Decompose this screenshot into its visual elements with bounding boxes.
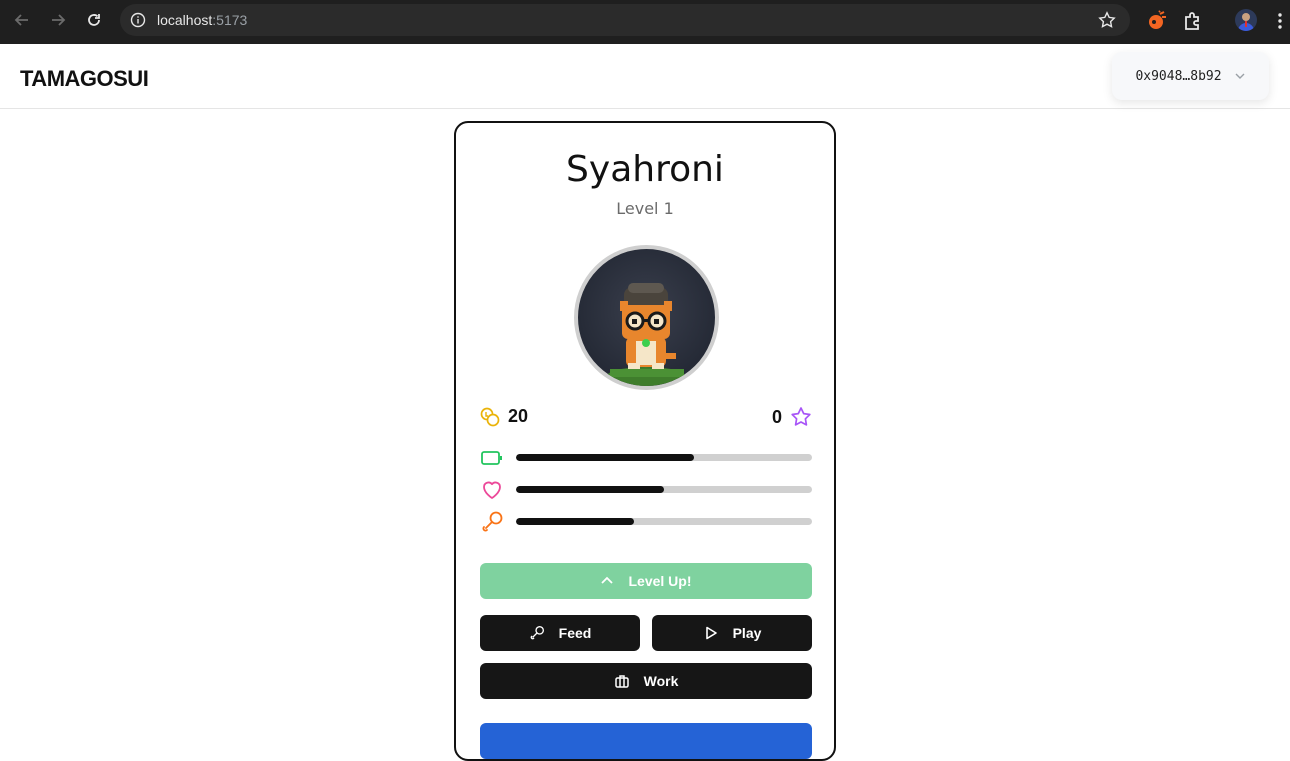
- pet-level: Level 1: [616, 199, 674, 218]
- forward-arrow-icon: [52, 14, 66, 26]
- bookmark-star-icon[interactable]: [1098, 11, 1116, 29]
- drumstick-icon: [482, 511, 503, 532]
- happiness-bar-fill: [516, 486, 664, 493]
- level-up-button[interactable]: Level Up!: [480, 563, 812, 599]
- coins-icon: [480, 407, 500, 426]
- coin-balance: 20: [480, 406, 528, 427]
- feed-button[interactable]: Feed: [480, 615, 640, 651]
- extensions-puzzle-icon[interactable]: [1182, 10, 1204, 32]
- experience-balance: 0: [772, 406, 812, 428]
- energy-stat: [480, 446, 812, 470]
- drumstick-icon: [530, 626, 544, 640]
- happiness-stat: [480, 478, 812, 502]
- wallet-address: 0x9048…8b92: [1135, 68, 1222, 84]
- happiness-bar-track: [516, 486, 812, 493]
- browser-menu-icon[interactable]: [1272, 10, 1288, 32]
- briefcase-icon: [614, 675, 629, 688]
- experience-count: 0: [771, 406, 782, 427]
- play-label: Play: [732, 625, 762, 641]
- reload-button[interactable]: [80, 8, 108, 32]
- battery-icon: [481, 451, 502, 465]
- url-text: localhost:5173: [157, 12, 248, 28]
- chevron-up-icon: [601, 576, 614, 584]
- pet-portrait: [574, 245, 719, 390]
- brand-logo[interactable]: TAMAGOSUI: [20, 66, 149, 92]
- work-button[interactable]: Work: [480, 663, 812, 699]
- address-bar[interactable]: localhost:5173: [120, 4, 1130, 36]
- app-header: TAMAGOSUI 0x9048…8b92: [0, 44, 1290, 109]
- work-label: Work: [643, 673, 679, 689]
- chevron-down-icon: [1235, 73, 1245, 79]
- hunger-stat: [480, 510, 812, 534]
- extension-icon[interactable]: [1146, 10, 1168, 32]
- currency-row: 20 0: [480, 406, 812, 434]
- profile-picture-icon: [1238, 13, 1254, 31]
- energy-bar-track: [516, 454, 812, 461]
- play-button[interactable]: Play: [652, 615, 812, 651]
- level-up-label: Level Up!: [628, 573, 692, 589]
- hunger-bar-track: [516, 518, 812, 525]
- star-icon: [791, 407, 811, 426]
- pet-card: Syahroni Level 1 20 0 Level Up! Feed Pla…: [454, 121, 836, 761]
- hunger-bar-fill: [516, 518, 635, 525]
- site-info-icon[interactable]: [130, 12, 146, 28]
- profile-avatar[interactable]: [1235, 9, 1257, 31]
- reload-icon: [88, 14, 100, 26]
- coin-count: 20: [508, 406, 529, 426]
- browser-toolbar: localhost:5173: [0, 0, 1290, 44]
- feed-label: Feed: [558, 625, 592, 641]
- back-arrow-icon: [14, 14, 28, 26]
- energy-bar-fill: [516, 454, 694, 461]
- heart-icon: [483, 481, 501, 499]
- play-icon: [705, 626, 717, 640]
- wallet-dropdown[interactable]: 0x9048…8b92: [1112, 52, 1269, 100]
- back-button[interactable]: [8, 8, 36, 32]
- forward-button[interactable]: [44, 8, 72, 32]
- primary-action-button[interactable]: [480, 723, 812, 759]
- pixel-cat-image: [606, 283, 686, 386]
- pet-name: Syahroni: [566, 149, 724, 190]
